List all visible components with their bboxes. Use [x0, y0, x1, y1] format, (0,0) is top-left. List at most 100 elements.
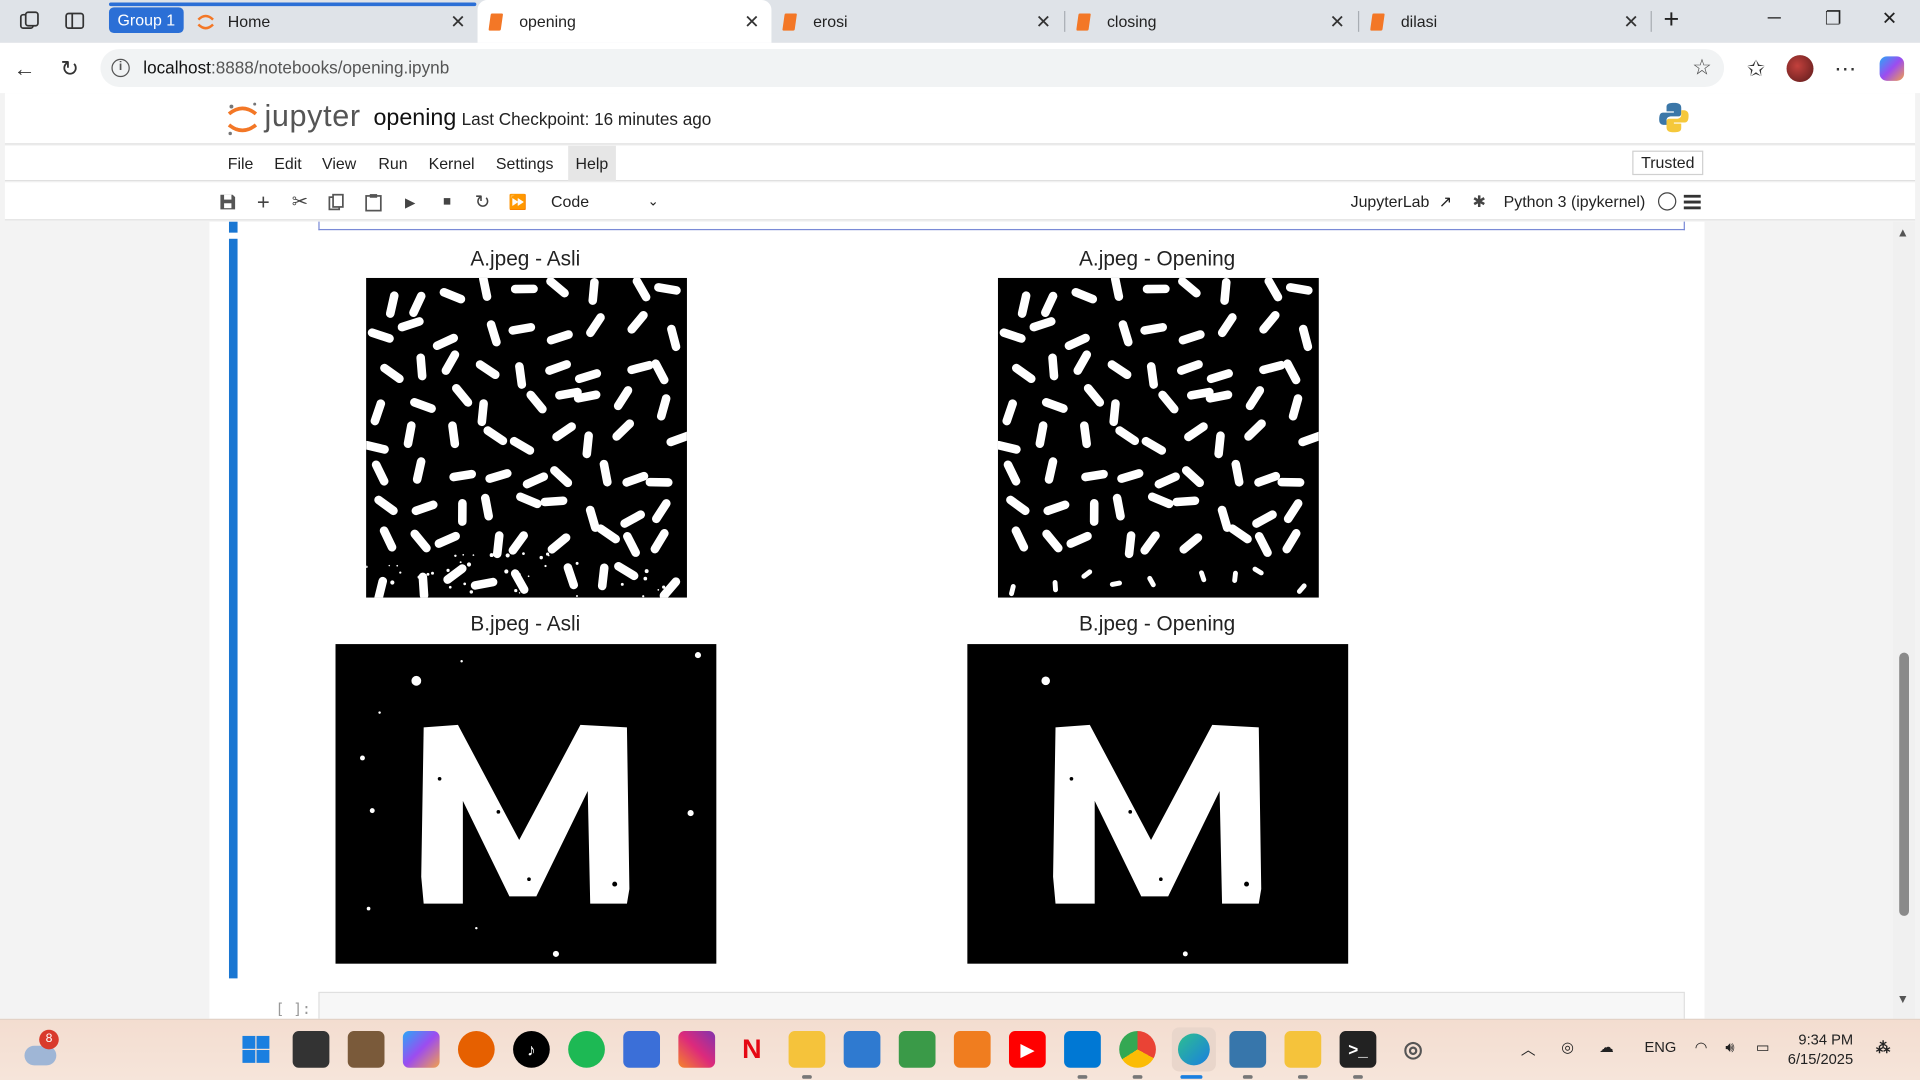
url-text: localhost:8888/notebooks/opening.ipynb: [143, 49, 449, 87]
tray-app-icon[interactable]: ◎: [1561, 1038, 1574, 1055]
notepad-icon[interactable]: [843, 1031, 881, 1068]
youtube-icon[interactable]: ▶: [1008, 1031, 1046, 1068]
workspaces-icon[interactable]: [15, 7, 44, 34]
restore-icon[interactable]: ❐: [1815, 7, 1852, 34]
scrollbar-thumb[interactable]: [1899, 652, 1909, 916]
firefox-icon[interactable]: [457, 1031, 495, 1068]
menu-edit[interactable]: Edit: [267, 146, 309, 182]
notebook-title[interactable]: opening: [373, 105, 456, 132]
menu-help[interactable]: Help: [568, 145, 616, 182]
site-info-icon[interactable]: i: [111, 58, 130, 78]
minimize-icon[interactable]: ─: [1756, 7, 1793, 34]
battery-icon[interactable]: ▭: [1756, 1038, 1770, 1055]
netflix-icon[interactable]: N: [733, 1031, 770, 1068]
stop-icon[interactable]: ■: [435, 190, 459, 214]
copilot-app-icon[interactable]: [402, 1031, 440, 1068]
run-icon[interactable]: ▶: [398, 190, 422, 214]
vertical-scrollbar[interactable]: ▲ ▼: [1893, 221, 1916, 1019]
tab-opening[interactable]: opening ✕: [477, 0, 772, 43]
tab-group-label[interactable]: Group 1: [108, 7, 184, 34]
tab-erosi[interactable]: erosi ✕: [771, 0, 1062, 43]
vscode-icon[interactable]: [1064, 1031, 1101, 1068]
menu-settings[interactable]: Settings: [489, 146, 561, 182]
previous-cell-input[interactable]: [318, 221, 1685, 231]
edge-icon[interactable]: [1171, 1027, 1216, 1072]
url-path: :8888/notebooks/opening.ipynb: [210, 57, 450, 78]
task-view-icon[interactable]: [292, 1031, 330, 1068]
run-all-icon[interactable]: ⏩: [506, 190, 530, 214]
copilot-icon[interactable]: [1877, 54, 1906, 83]
close-icon[interactable]: ✕: [740, 10, 764, 33]
close-icon[interactable]: ✕: [446, 10, 470, 33]
volume-icon[interactable]: 🔊︎: [1725, 1038, 1734, 1056]
wifi-icon[interactable]: ◠: [1695, 1038, 1708, 1055]
close-icon[interactable]: ✕: [1031, 10, 1055, 33]
chevron-up-icon[interactable]: ︿: [1521, 1038, 1536, 1059]
chrome-icon[interactable]: [1119, 1031, 1156, 1068]
address-bar[interactable]: i localhost:8888/notebooks/opening.ipynb…: [100, 48, 1725, 87]
spotify-icon[interactable]: [568, 1031, 605, 1068]
cell-collapser[interactable]: [228, 221, 238, 233]
debugger-icon[interactable]: ✱: [1467, 190, 1491, 214]
url-host: localhost: [143, 57, 211, 78]
close-icon[interactable]: ✕: [1325, 10, 1349, 33]
menu-bar: File Edit View Run Kernel Settings Help …: [4, 145, 1916, 182]
python-app-icon[interactable]: [1229, 1031, 1267, 1068]
output-collapser[interactable]: [228, 238, 238, 979]
save-icon[interactable]: [216, 190, 240, 214]
instagram-icon[interactable]: [678, 1031, 716, 1068]
paste-icon[interactable]: [361, 190, 385, 214]
hamburger-menu-icon[interactable]: [1680, 190, 1704, 214]
connect-app-icon[interactable]: ◎: [1395, 1031, 1432, 1068]
next-cell-input[interactable]: [318, 991, 1685, 1019]
clock[interactable]: 9:34 PM 6/15/2025: [1788, 1030, 1853, 1069]
profile-avatar[interactable]: [1785, 54, 1814, 83]
scroll-up-icon[interactable]: ▲: [1897, 227, 1909, 240]
tiktok-icon[interactable]: ♪: [513, 1031, 550, 1068]
copy-icon[interactable]: [324, 190, 348, 214]
refresh-icon[interactable]: ↻: [55, 54, 84, 83]
xampp-icon[interactable]: [953, 1031, 991, 1068]
onedrive-icon[interactable]: ☁: [1599, 1038, 1614, 1055]
restart-icon[interactable]: ↻: [470, 190, 494, 214]
new-tab-icon[interactable]: +: [1653, 4, 1690, 35]
cell-type-select[interactable]: Code ⌄: [551, 190, 664, 214]
language-indicator[interactable]: ENG: [1645, 1038, 1677, 1055]
tab-label: closing: [1106, 12, 1157, 31]
file-explorer-icon[interactable]: [788, 1031, 826, 1068]
scroll-down-icon[interactable]: ▼: [1897, 993, 1909, 1006]
tab-closing[interactable]: closing ✕: [1065, 0, 1356, 43]
tab-dilasi[interactable]: dilasi ✕: [1359, 0, 1650, 43]
open-jupyterlab-link[interactable]: JupyterLab ↗: [1351, 190, 1452, 214]
menu-kernel[interactable]: Kernel: [421, 146, 482, 182]
jupyter-wordmark: jupyter: [264, 99, 361, 134]
browser-tab-strip: Group 1 Home ✕ opening ✕ erosi ✕ closing…: [0, 0, 1920, 43]
kernel-name[interactable]: Python 3 (ipykernel): [1504, 190, 1646, 214]
photo-app-icon[interactable]: [347, 1031, 385, 1068]
menu-file[interactable]: File: [220, 146, 260, 182]
start-icon[interactable]: [238, 1031, 275, 1068]
vertical-tabs-icon[interactable]: [60, 7, 89, 34]
menu-run[interactable]: Run: [371, 146, 415, 182]
tab-home[interactable]: Home ✕: [186, 0, 477, 43]
back-icon[interactable]: ←: [10, 54, 39, 83]
notification-icon[interactable]: ⁂: [1876, 1038, 1891, 1055]
more-icon[interactable]: ⋯: [1831, 54, 1860, 83]
paint-icon[interactable]: [898, 1031, 936, 1068]
game-app-icon[interactable]: [623, 1031, 661, 1068]
cut-icon[interactable]: ✂: [288, 190, 312, 214]
favorites-icon[interactable]: ✩: [1741, 54, 1770, 83]
terminal-icon[interactable]: >_: [1339, 1031, 1377, 1068]
notebook-area[interactable]: A.jpeg - Asli A.jpeg - Opening B.jpeg - …: [4, 221, 1916, 1019]
notebook-icon: [1369, 12, 1389, 32]
folder-icon[interactable]: [1284, 1031, 1322, 1068]
figure-title: B.jpeg - Asli: [470, 612, 581, 636]
add-cell-icon[interactable]: +: [251, 189, 275, 214]
menu-view[interactable]: View: [315, 146, 364, 182]
jupyter-logo-icon[interactable]: [225, 100, 259, 137]
favorite-star-icon[interactable]: ☆: [1692, 49, 1712, 87]
close-window-icon[interactable]: ✕: [1871, 7, 1908, 34]
notebook-icon: [1075, 12, 1095, 32]
trusted-indicator[interactable]: Trusted: [1632, 150, 1704, 176]
close-icon[interactable]: ✕: [1619, 10, 1643, 33]
